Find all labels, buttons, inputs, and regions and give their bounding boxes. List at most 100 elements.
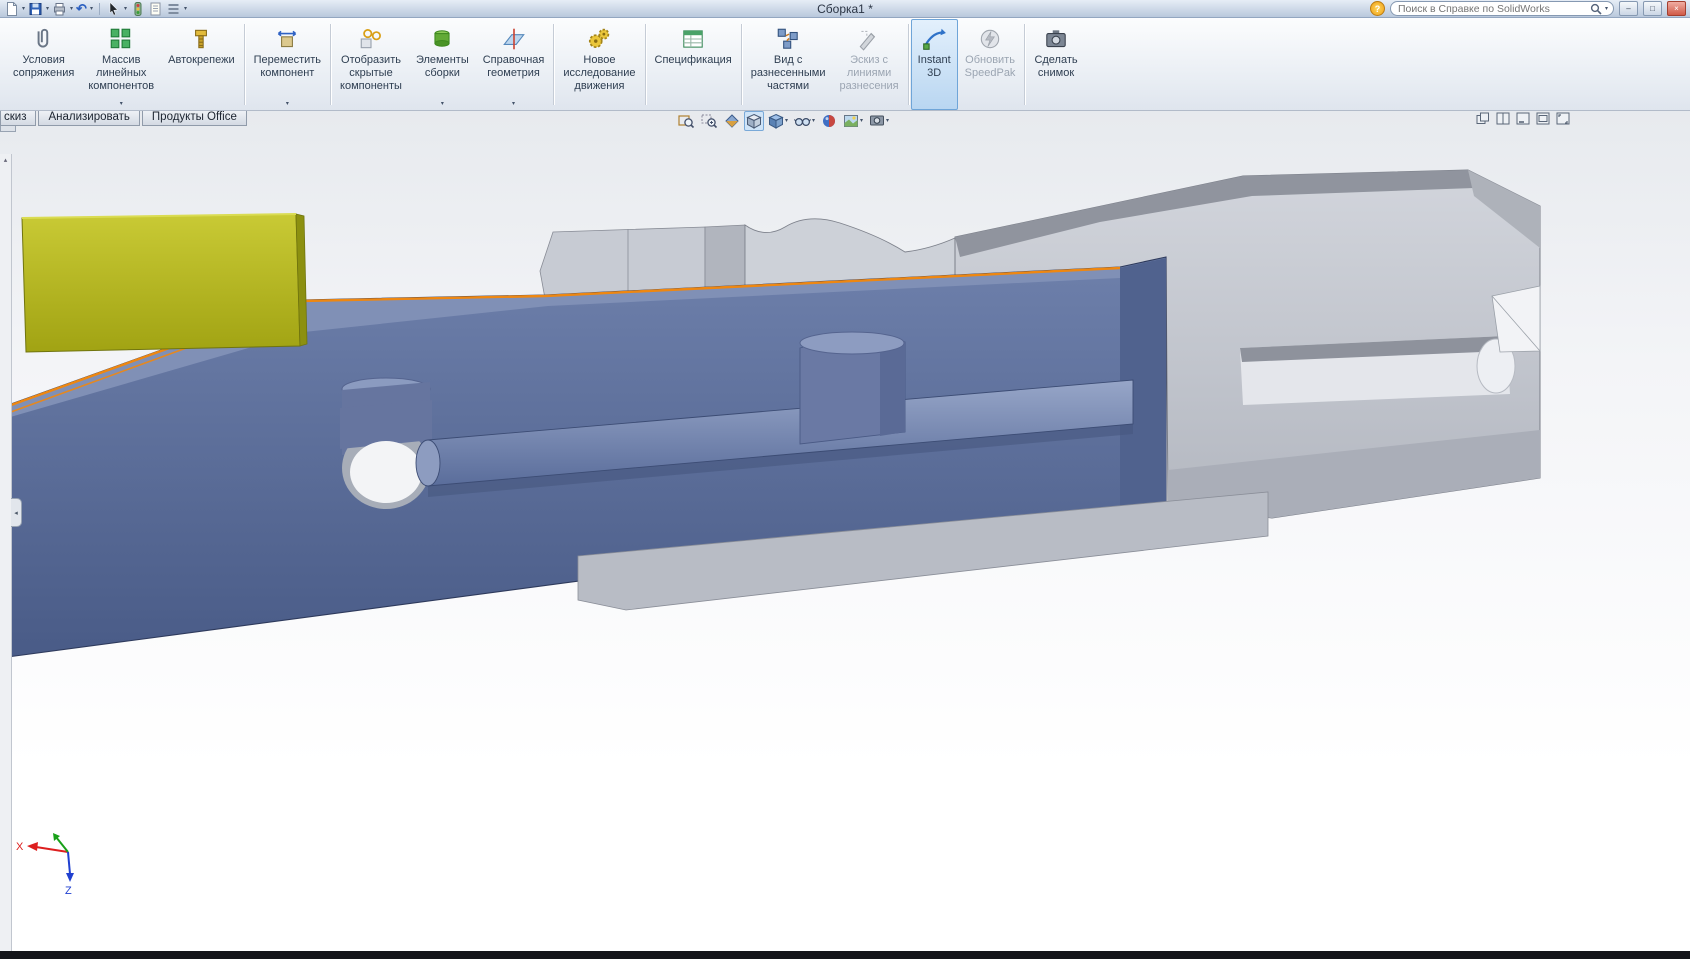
tree-scrollbar[interactable]: ▴ [0, 154, 12, 951]
view-orientation-icon[interactable] [744, 111, 764, 131]
linear-pattern-button[interactable]: Массив линейных компонентов ▾ [81, 19, 161, 110]
assembly-features-icon [429, 23, 455, 54]
graphics-area[interactable]: X Z скиз Анализировать Продукты Office ▾… [0, 108, 1690, 951]
reference-geometry-label: Справочная геометрия [482, 54, 545, 79]
linear-pattern-caret[interactable]: ▾ [120, 99, 123, 108]
hide-show-items-icon[interactable]: ▾ [792, 111, 817, 131]
motion-study-button[interactable]: Новое исследование движения [556, 19, 642, 110]
window-tile-icon[interactable] [1496, 112, 1510, 130]
window-restore-icon[interactable] [1536, 112, 1550, 130]
undo-icon[interactable]: ↶ [76, 1, 87, 17]
assembly-features-button[interactable]: Элементы сборки ▾ [409, 19, 476, 110]
view-settings-icon[interactable]: ▾ [867, 111, 891, 131]
exploded-view-button[interactable]: Вид с разнесенными частями [744, 19, 833, 110]
fullscreen-icon[interactable] [1556, 112, 1570, 130]
feature-tree-collapsed-strip: » ▴ ◂ [0, 108, 22, 951]
instant3d-button[interactable]: Instant 3D [910, 19, 958, 110]
new-dropdown-caret[interactable]: ▾ [22, 6, 25, 12]
options-dropdown-caret[interactable]: ▾ [184, 6, 187, 12]
snapshot-icon [1043, 23, 1069, 54]
section-view-icon[interactable] [722, 111, 742, 131]
new-document-icon[interactable] [4, 1, 19, 17]
zoom-area-icon[interactable] [699, 111, 720, 131]
ribbon-separator [644, 24, 646, 105]
yellow-slide-block[interactable] [21, 213, 308, 353]
zoom-fit-icon[interactable] [676, 111, 697, 131]
command-manager-tabs: скиз Анализировать Продукты Office [0, 109, 247, 126]
reference-triad: X Z [16, 833, 74, 897]
assembly-features-label: Элементы сборки [415, 54, 469, 79]
options-icon[interactable] [166, 1, 181, 17]
smart-fasteners-button[interactable]: Автокрепежи [161, 19, 241, 110]
apply-scene-icon[interactable]: ▾ [841, 111, 865, 131]
bottom-edge-bar [0, 951, 1690, 959]
ribbon-separator [243, 24, 245, 105]
help-balloon-icon[interactable]: ? [1370, 1, 1385, 16]
move-component-icon [274, 23, 300, 54]
file-properties-icon[interactable] [148, 1, 163, 17]
triad-x-label: X [16, 841, 24, 853]
heads-up-view-toolbar: ▾ ▾ ▾ ▾ [676, 111, 891, 131]
assembly-features-caret[interactable]: ▾ [441, 99, 444, 108]
print-dropdown-caret[interactable]: ▾ [70, 6, 73, 12]
search-icon[interactable] [1590, 3, 1602, 15]
tab-evaluate[interactable]: Анализировать [38, 109, 140, 126]
explode-lines-button: Эскиз с линиями разнесения [832, 19, 905, 110]
show-hidden-components-button[interactable]: Отобразить скрытые компоненты [333, 19, 409, 110]
assembly-3d-model[interactable]: X Z [0, 108, 1690, 951]
ribbon-separator [740, 24, 742, 105]
save-icon[interactable] [28, 1, 43, 17]
linear-pattern-label: Массив линейных компонентов [88, 54, 155, 92]
help-balloon-glyph: ? [1374, 3, 1381, 14]
mates-button[interactable]: Условия сопряжения [6, 19, 81, 110]
close-button[interactable]: × [1667, 1, 1686, 16]
window-cascade-icon[interactable] [1476, 112, 1490, 130]
bom-button[interactable]: Спецификация [648, 19, 739, 110]
apply-scene-caret[interactable]: ▾ [860, 118, 863, 124]
minimize-button[interactable]: – [1619, 1, 1638, 16]
reference-geometry-caret[interactable]: ▾ [512, 99, 515, 108]
bom-icon [680, 23, 706, 54]
move-component-button[interactable]: Переместить компонент ▾ [247, 19, 328, 110]
move-component-caret[interactable]: ▾ [286, 99, 289, 108]
maximize-button[interactable]: □ [1643, 1, 1662, 16]
rebuild-icon[interactable] [130, 1, 145, 17]
select-arrow-icon[interactable] [106, 1, 121, 17]
speedpak-button: Обновить SpeedPak [958, 19, 1023, 110]
move-component-label: Переместить компонент [253, 54, 322, 79]
search-input[interactable] [1396, 1, 1587, 16]
snapshot-button[interactable]: Сделать снимок [1027, 19, 1084, 110]
search-scope-caret[interactable]: ▾ [1605, 6, 1608, 12]
command-manager-ribbon: Условия сопряжения Массив линейных компо… [0, 17, 1690, 111]
tab-office-products[interactable]: Продукты Office [141, 109, 247, 126]
view-settings-caret[interactable]: ▾ [886, 118, 889, 124]
titlebar: ▾ ▾ ▾ ↶ ▾ ▾ ▾ Сборка1 * ? Поиск в Справк… [0, 0, 1690, 18]
snapshot-label: Сделать снимок [1034, 54, 1078, 79]
vertical-boss[interactable] [799, 331, 906, 445]
panel-collapse-handle[interactable]: ◂ [11, 498, 22, 527]
display-style-caret[interactable]: ▾ [785, 118, 788, 124]
select-dropdown-caret[interactable]: ▾ [124, 6, 127, 12]
window-minimize-icon[interactable] [1516, 112, 1530, 130]
instant3d-label: Instant 3D [917, 54, 951, 79]
display-style-icon[interactable]: ▾ [766, 111, 790, 131]
tab-sketch[interactable]: скиз [0, 109, 37, 126]
exploded-view-icon [775, 23, 801, 54]
scroll-up-arrow-icon[interactable]: ▴ [0, 156, 11, 164]
ribbon-separator [907, 24, 909, 105]
triad-z-label: Z [65, 885, 72, 897]
smart-fasteners-label: Автокрепежи [168, 54, 235, 66]
reference-geometry-button[interactable]: Справочная геометрия ▾ [476, 19, 552, 110]
undo-dropdown-caret[interactable]: ▾ [90, 6, 93, 12]
save-dropdown-caret[interactable]: ▾ [46, 6, 49, 12]
exploded-view-label: Вид с разнесенными частями [750, 54, 826, 92]
hide-show-caret[interactable]: ▾ [812, 118, 815, 124]
bom-label: Спецификация [654, 54, 732, 66]
print-icon[interactable] [52, 1, 67, 17]
quick-access-toolbar: ▾ ▾ ▾ ↶ ▾ ▾ ▾ [4, 1, 187, 17]
titlebar-right: ? ▾ – □ × [1370, 1, 1686, 16]
document-window-controls [1476, 112, 1570, 130]
edit-appearance-icon[interactable] [819, 111, 839, 131]
bolt-hole[interactable] [340, 377, 432, 509]
show-hidden-components-label: Отобразить скрытые компоненты [340, 54, 402, 92]
